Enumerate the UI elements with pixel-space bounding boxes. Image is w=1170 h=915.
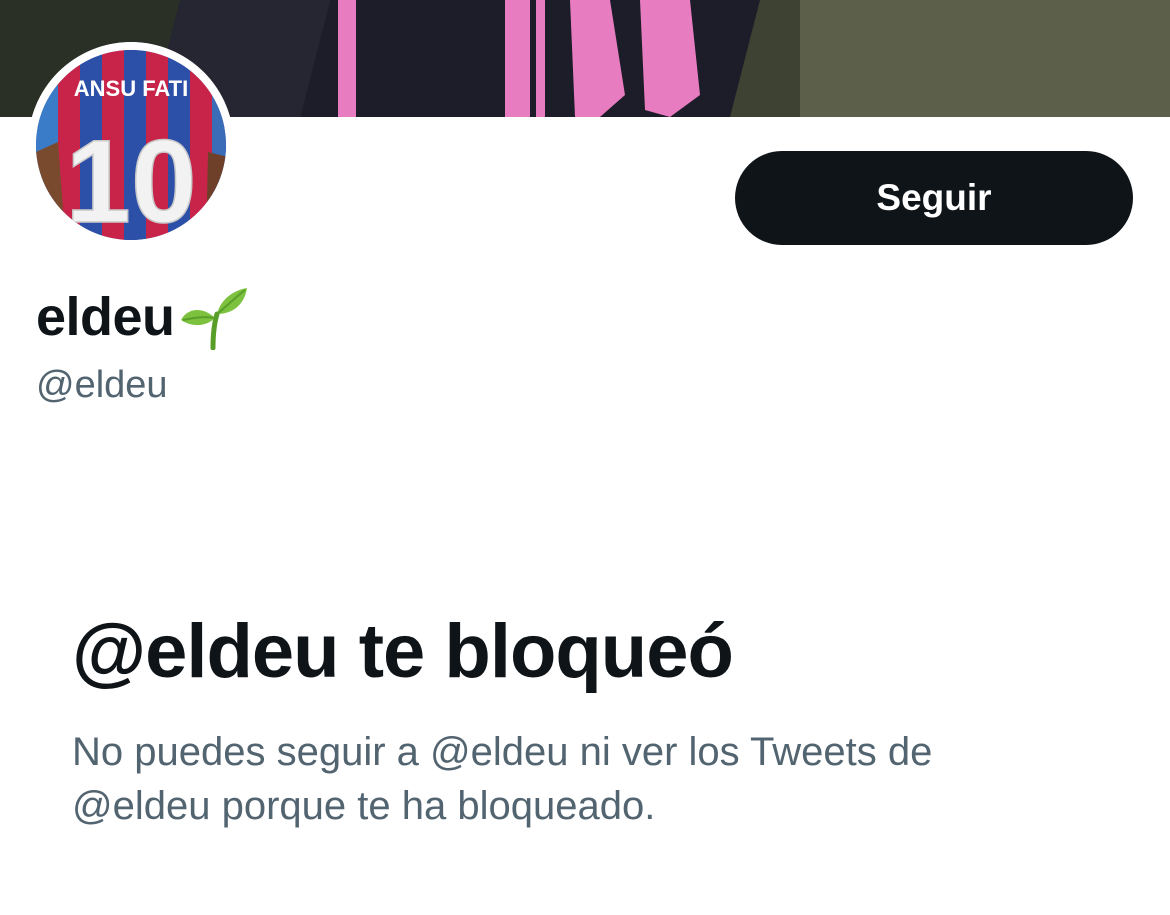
display-name-row: eldeu [36,282,249,352]
follow-button-label: Seguir [876,177,992,218]
profile-page: ANSU FATI 10 Seguir eldeu @eldeu @eldeu … [0,0,1170,915]
seedling-icon [177,284,249,351]
follow-button[interactable]: Seguir [735,151,1133,245]
blocked-title: @eldeu te bloqueó [72,609,734,694]
profile-handle: @eldeu [36,364,168,406]
avatar-jersey-name: ANSU FATI [74,76,188,101]
display-name: eldeu [36,287,175,347]
avatar[interactable]: ANSU FATI 10 [28,42,234,248]
blocked-description: No puedes seguir a @eldeu ni ver los Twe… [72,730,933,828]
avatar-image: ANSU FATI 10 [28,42,234,248]
